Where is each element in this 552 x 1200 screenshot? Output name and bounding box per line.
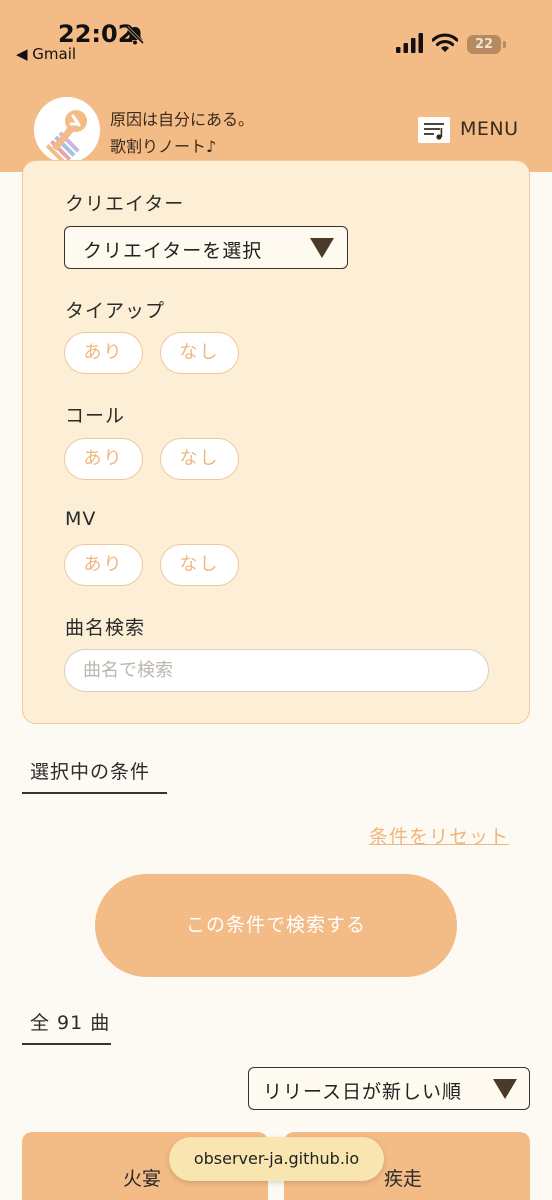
selected-conditions-title: 選択中の条件 bbox=[30, 761, 151, 783]
filter-panel: クリエイター クリエイターを選択 タイアップ あり なし コール あり なし M… bbox=[22, 160, 530, 724]
menu-label: MENU bbox=[460, 118, 519, 140]
result-count-underline bbox=[22, 1043, 111, 1045]
status-time: 22:02 bbox=[58, 20, 135, 48]
tieup-yes-button[interactable]: あり bbox=[64, 332, 143, 374]
creator-select[interactable]: クリエイターを選択 bbox=[64, 226, 348, 269]
mv-label: MV bbox=[65, 508, 97, 530]
battery-indicator: 22 bbox=[467, 35, 506, 54]
menu-button[interactable]: MENU bbox=[418, 114, 528, 146]
wifi-icon bbox=[432, 33, 458, 52]
site-logo[interactable] bbox=[34, 97, 100, 163]
status-bar: 22:02 ◀ Gmail 22 bbox=[0, 0, 552, 86]
cellular-signal-icon bbox=[396, 33, 423, 53]
site-tagline: 原因は自分にある。 bbox=[110, 110, 255, 129]
triangle-down-icon bbox=[493, 1079, 517, 1099]
mv-no-button[interactable]: なし bbox=[160, 544, 239, 586]
title-search-label: 曲名検索 bbox=[65, 617, 146, 639]
tieup-no-button[interactable]: なし bbox=[160, 332, 239, 374]
sort-order-select[interactable]: リリース日が新しい順 bbox=[248, 1067, 530, 1110]
call-no-button[interactable]: なし bbox=[160, 438, 239, 480]
call-yes-button[interactable]: あり bbox=[64, 438, 143, 480]
creator-select-value: クリエイターを選択 bbox=[83, 240, 263, 262]
reset-conditions-link[interactable]: 条件をリセット bbox=[369, 822, 509, 849]
call-label: コール bbox=[65, 405, 126, 427]
back-to-gmail-link[interactable]: ◀ Gmail bbox=[16, 45, 76, 63]
sort-order-value: リリース日が新しい順 bbox=[263, 1081, 463, 1103]
triangle-down-icon bbox=[310, 238, 334, 258]
creator-label: クリエイター bbox=[65, 193, 185, 215]
site-title: 歌割りノート♪ bbox=[110, 137, 217, 156]
microphone-logo-icon bbox=[45, 110, 87, 163]
browser-url-bar[interactable]: observer-ja.github.io bbox=[169, 1137, 384, 1181]
search-with-conditions-button[interactable]: この条件で検索する bbox=[95, 874, 457, 977]
song-title: 火宴 bbox=[123, 1168, 162, 1190]
title-search-input[interactable] bbox=[64, 649, 489, 692]
mv-yes-button[interactable]: あり bbox=[64, 544, 143, 586]
song-title: 疾走 bbox=[384, 1168, 423, 1190]
selected-conditions-underline bbox=[22, 792, 167, 794]
result-count: 全 91 曲 bbox=[30, 1012, 111, 1034]
bell-muted-icon bbox=[125, 25, 145, 45]
tieup-label: タイアップ bbox=[65, 300, 166, 322]
playlist-menu-icon bbox=[418, 117, 450, 143]
